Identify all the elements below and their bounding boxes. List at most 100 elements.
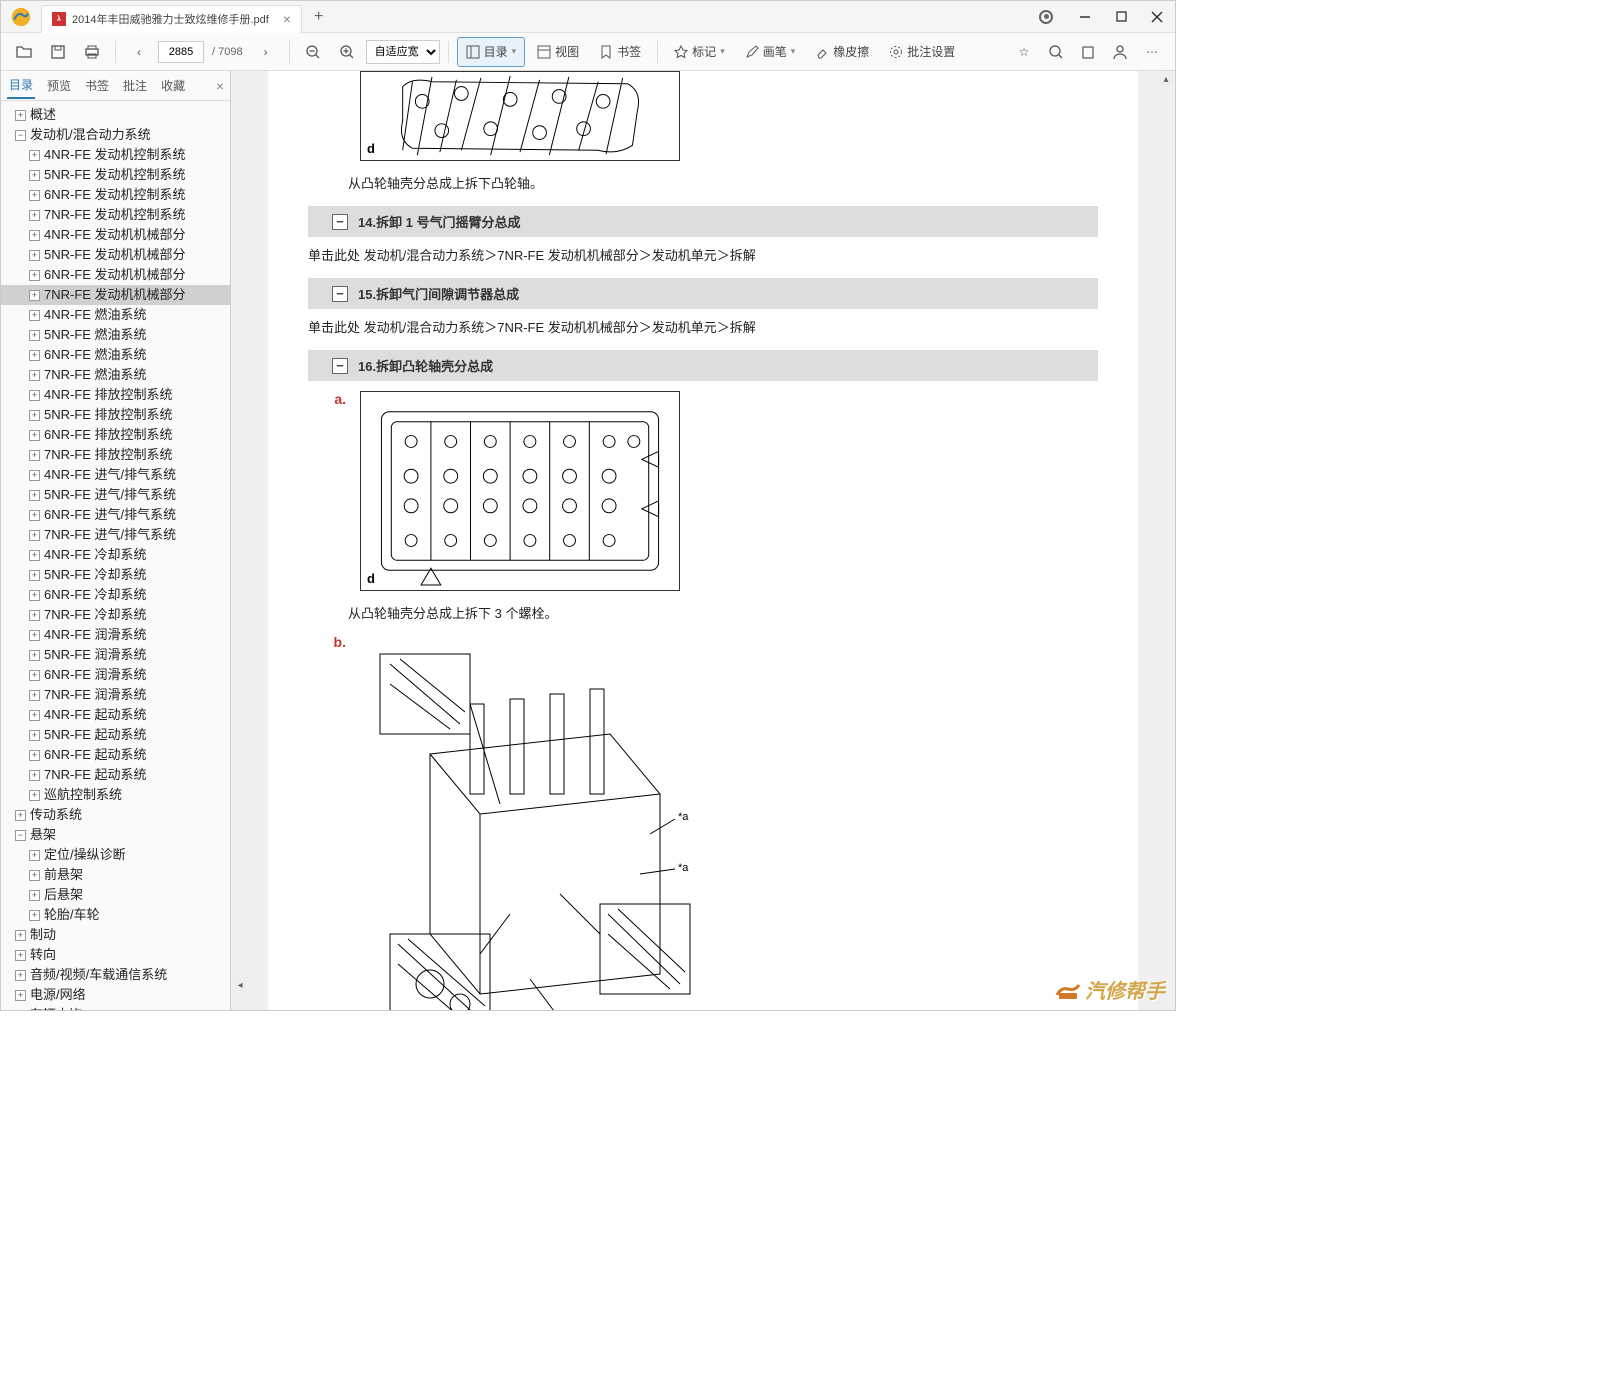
page-input[interactable] [158, 41, 204, 63]
tree-item[interactable]: +7NR-FE 起动系统 [1, 765, 230, 785]
expand-icon[interactable]: + [29, 390, 40, 401]
tree-item[interactable]: +巡航控制系统 [1, 785, 230, 805]
zoom-preset-select[interactable]: 自适应宽 [366, 40, 440, 64]
tree-item[interactable]: +车辆内饰 [1, 1005, 230, 1010]
tree-item[interactable]: +6NR-FE 发动机控制系统 [1, 185, 230, 205]
eraser-button[interactable]: 橡皮擦 [807, 37, 877, 67]
tree-item[interactable]: +后悬架 [1, 885, 230, 905]
expand-icon[interactable]: + [29, 670, 40, 681]
expand-icon[interactable]: − [15, 130, 26, 141]
tree-item[interactable]: −发动机/混合动力系统 [1, 125, 230, 145]
expand-icon[interactable]: + [29, 870, 40, 881]
tree-item[interactable]: +6NR-FE 燃油系统 [1, 345, 230, 365]
expand-icon[interactable]: + [15, 810, 26, 821]
tree-item[interactable]: +7NR-FE 发动机控制系统 [1, 205, 230, 225]
tree-item[interactable]: +4NR-FE 进气/排气系统 [1, 465, 230, 485]
tree-item[interactable]: +定位/操纵诊断 [1, 845, 230, 865]
tab-close-button[interactable]: × [283, 11, 291, 27]
expand-icon[interactable]: + [29, 770, 40, 781]
expand-icon[interactable]: + [29, 650, 40, 661]
tree-item[interactable]: +音频/视频/车载通信系统 [1, 965, 230, 985]
expand-icon[interactable]: + [29, 910, 40, 921]
tree-item[interactable]: +7NR-FE 润滑系统 [1, 685, 230, 705]
expand-icon[interactable]: + [29, 410, 40, 421]
expand-icon[interactable]: + [29, 790, 40, 801]
expand-icon[interactable]: + [29, 310, 40, 321]
mark-button[interactable]: 标记 ▾ [666, 37, 733, 67]
toc-tree[interactable]: +概述−发动机/混合动力系统+4NR-FE 发动机控制系统+5NR-FE 发动机… [1, 101, 230, 1010]
expand-icon[interactable]: + [29, 530, 40, 541]
expand-icon[interactable]: + [29, 270, 40, 281]
sidebar-tab-annot[interactable]: 批注 [121, 73, 149, 98]
expand-icon[interactable]: + [29, 370, 40, 381]
expand-icon[interactable]: + [29, 150, 40, 161]
expand-icon[interactable]: + [29, 710, 40, 721]
expand-icon[interactable]: + [29, 610, 40, 621]
clipboard-button[interactable] [1073, 37, 1103, 67]
collapse-button[interactable]: − [332, 214, 348, 230]
expand-icon[interactable]: + [29, 210, 40, 221]
close-button[interactable] [1139, 3, 1175, 31]
expand-icon[interactable]: + [29, 170, 40, 181]
tree-item[interactable]: +4NR-FE 燃油系统 [1, 305, 230, 325]
expand-icon[interactable]: + [29, 730, 40, 741]
tree-item[interactable]: +6NR-FE 起动系统 [1, 745, 230, 765]
next-page-button[interactable]: › [251, 37, 281, 67]
tree-item[interactable]: +5NR-FE 润滑系统 [1, 645, 230, 665]
expand-icon[interactable]: + [29, 550, 40, 561]
save-button[interactable] [43, 37, 73, 67]
annot-settings-button[interactable]: 批注设置 [881, 37, 963, 67]
tree-item[interactable]: +6NR-FE 进气/排气系统 [1, 505, 230, 525]
expand-icon[interactable]: + [15, 990, 26, 1001]
sidebar-close-button[interactable]: × [216, 78, 224, 94]
record-button[interactable] [1031, 3, 1067, 31]
prev-page-button[interactable]: ‹ [124, 37, 154, 67]
tree-item[interactable]: +7NR-FE 排放控制系统 [1, 445, 230, 465]
tree-item[interactable]: +4NR-FE 发动机机械部分 [1, 225, 230, 245]
expand-icon[interactable]: + [29, 690, 40, 701]
expand-icon[interactable]: − [15, 830, 26, 841]
user-button[interactable] [1105, 37, 1135, 67]
tree-item[interactable]: +7NR-FE 冷却系统 [1, 605, 230, 625]
expand-icon[interactable]: + [29, 490, 40, 501]
expand-icon[interactable]: + [15, 950, 26, 961]
tree-item[interactable]: +轮胎/车轮 [1, 905, 230, 925]
tree-item[interactable]: +7NR-FE 进气/排气系统 [1, 525, 230, 545]
content-viewport[interactable]: ▴ d [231, 71, 1175, 1010]
tree-item[interactable]: +6NR-FE 冷却系统 [1, 585, 230, 605]
expand-icon[interactable]: + [15, 1010, 26, 1011]
expand-icon[interactable]: + [29, 890, 40, 901]
expand-icon[interactable]: + [29, 330, 40, 341]
expand-icon[interactable]: + [29, 430, 40, 441]
zoom-out-button[interactable] [298, 37, 328, 67]
document-tab[interactable]: λ 2014年丰田威驰雅力士致炫维修手册.pdf × [41, 5, 302, 33]
link-text[interactable]: 单击此处 发动机/混合动力系统＞7NR-FE 发动机机械部分＞发动机单元＞拆解 [308, 245, 1098, 264]
scroll-left-button[interactable]: ◂ [233, 978, 247, 992]
tree-item[interactable]: +4NR-FE 发动机控制系统 [1, 145, 230, 165]
expand-icon[interactable]: + [29, 190, 40, 201]
view-button[interactable]: 视图 [529, 37, 587, 67]
expand-icon[interactable]: + [29, 590, 40, 601]
tree-item[interactable]: +5NR-FE 燃油系统 [1, 325, 230, 345]
expand-icon[interactable]: + [29, 450, 40, 461]
tree-item[interactable]: +4NR-FE 润滑系统 [1, 625, 230, 645]
tree-item[interactable]: +4NR-FE 冷却系统 [1, 545, 230, 565]
expand-icon[interactable]: + [29, 350, 40, 361]
scroll-up-button[interactable]: ▴ [1159, 71, 1173, 87]
expand-icon[interactable]: + [29, 510, 40, 521]
expand-icon[interactable]: + [15, 930, 26, 941]
tree-item[interactable]: +5NR-FE 发动机控制系统 [1, 165, 230, 185]
expand-icon[interactable]: + [29, 470, 40, 481]
tree-item[interactable]: +5NR-FE 排放控制系统 [1, 405, 230, 425]
tree-item[interactable]: +5NR-FE 进气/排气系统 [1, 485, 230, 505]
expand-icon[interactable]: + [29, 850, 40, 861]
tree-item[interactable]: +6NR-FE 排放控制系统 [1, 425, 230, 445]
tree-item[interactable]: +传动系统 [1, 805, 230, 825]
sidebar-tab-bookmark[interactable]: 书签 [83, 73, 111, 98]
open-file-button[interactable] [9, 37, 39, 67]
tree-item[interactable]: +电源/网络 [1, 985, 230, 1005]
sidebar-tab-preview[interactable]: 预览 [45, 73, 73, 98]
tree-item[interactable]: +转向 [1, 945, 230, 965]
tree-item[interactable]: +前悬架 [1, 865, 230, 885]
collapse-button[interactable]: − [332, 286, 348, 302]
